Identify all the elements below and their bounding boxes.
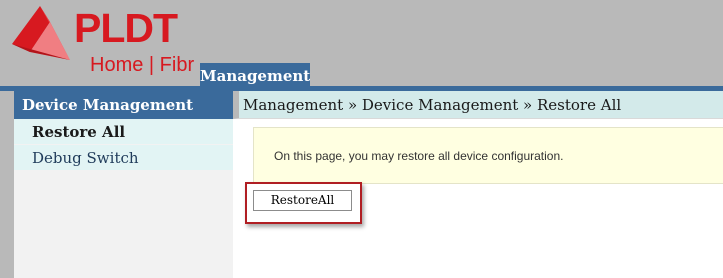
- header: PLDT Home | Fibr Management: [0, 0, 723, 89]
- pldt-logo-icon: [12, 6, 70, 60]
- info-notice: On this page, you may restore all device…: [253, 127, 723, 184]
- sidebar-title: Device Management: [14, 91, 233, 119]
- sidebar: Device Management Restore All Debug Swit…: [14, 91, 233, 278]
- brand-subtitle: Home | Fibr: [90, 54, 195, 76]
- sidebar-item-restore-all[interactable]: Restore All: [14, 119, 233, 145]
- sidebar-item-debug-switch[interactable]: Debug Switch: [14, 145, 233, 171]
- restore-all-button[interactable]: RestoreAll: [253, 190, 352, 211]
- breadcrumb: Management » Device Management » Restore…: [233, 91, 723, 119]
- pldt-logo: PLDT Home | Fibr: [10, 4, 200, 78]
- brand-name: PLDT: [74, 5, 178, 51]
